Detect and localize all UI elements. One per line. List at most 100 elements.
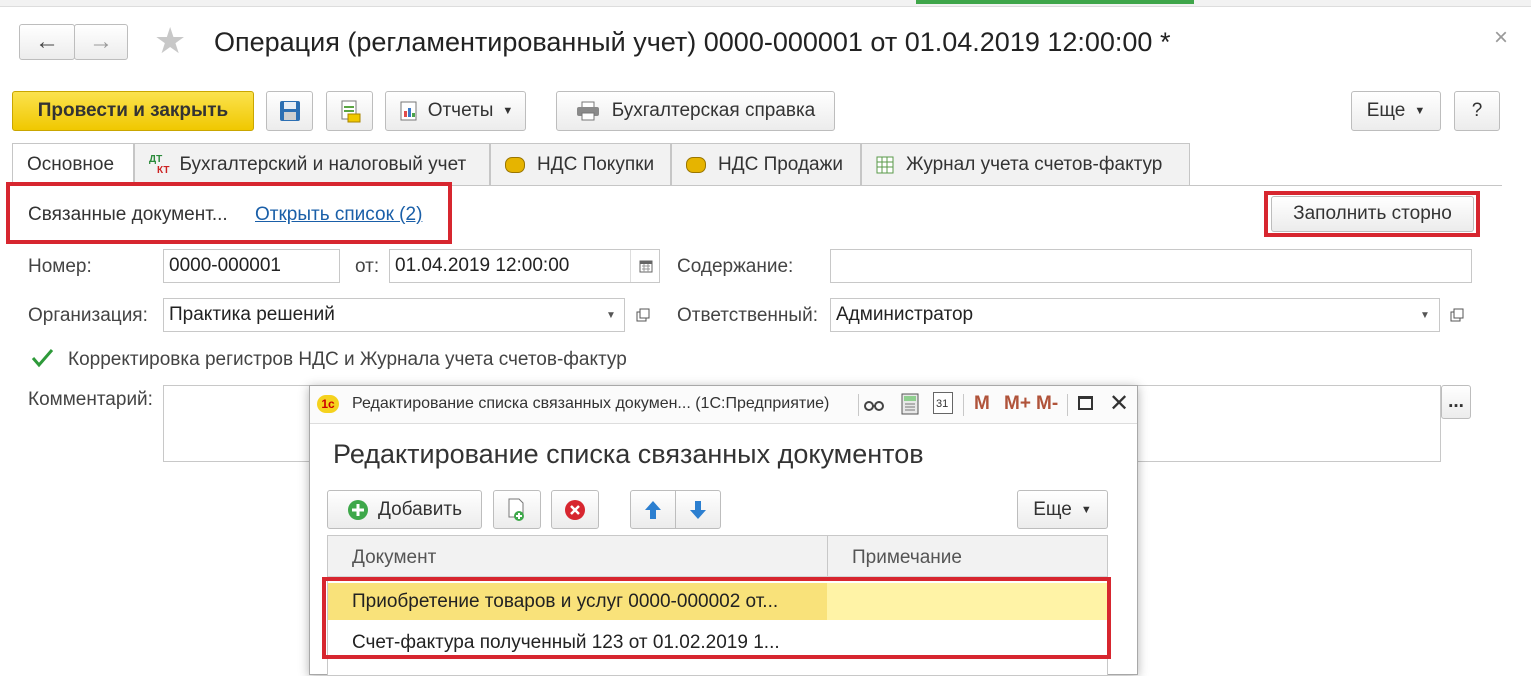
move-down-button[interactable] (675, 490, 721, 529)
calculator-icon[interactable] (901, 393, 919, 415)
table-icon (876, 156, 894, 173)
tab-invoice-journal[interactable]: Журнал учета счетов-фактур (861, 143, 1190, 185)
post-and-close-label: Провести и закрыть (37, 100, 229, 121)
memory-m-button[interactable]: M (974, 393, 990, 415)
responsible-value: Администратор (836, 304, 974, 325)
floppy-disk-icon (279, 101, 300, 121)
accounting-reference-button[interactable]: Бухгалтерская справка (556, 91, 835, 131)
checkmark-icon (31, 349, 54, 368)
window-title: Операция (регламентированный учет) 0000-… (214, 27, 1171, 57)
tab-vat-sales-label: НДС Продажи (718, 153, 843, 175)
help-button[interactable]: ? (1454, 91, 1500, 131)
report-icon (400, 101, 417, 121)
comment-ellipsis-button[interactable]: ... (1441, 385, 1471, 419)
ellipsis-label: ... (1448, 391, 1464, 412)
organization-value: Практика решений (169, 304, 335, 325)
responsible-dropdown-button[interactable]: ▼ (1412, 299, 1438, 331)
dialog-titlebar: 1с Редактирование списка связанных докум… (310, 386, 1137, 424)
back-button[interactable]: ← (19, 24, 75, 60)
tab-vat-sales[interactable]: НДС Продажи (671, 143, 861, 185)
app-1c-icon: 1с (317, 395, 339, 413)
column-note[interactable]: Примечание (852, 547, 962, 569)
top-strip-active-tab (916, 0, 1194, 4)
dialog-heading: Редактирование списка связанных документ… (333, 439, 924, 469)
star-icon[interactable]: ★ (154, 20, 186, 62)
vat-correction-label: Корректировка регистров НДС и Журнала уч… (68, 349, 627, 370)
dialog-close-icon[interactable]: ✕ (1109, 389, 1129, 418)
tab-main-label: Основное (27, 154, 115, 175)
copy-button[interactable] (493, 490, 541, 529)
delete-button[interactable] (551, 490, 599, 529)
arrow-left-icon: ← (35, 28, 59, 55)
linked-documents-highlight (6, 182, 452, 244)
calculator-icon-svg (901, 393, 919, 415)
date-from-label: от: (355, 256, 380, 277)
dt-label: ДТ (149, 153, 163, 165)
reports-button[interactable]: Отчеты ▼ (385, 91, 526, 131)
organization-select[interactable]: Практика решений (163, 298, 625, 332)
chevron-down-icon: ▼ (1080, 503, 1092, 516)
table-header: Документ Примечание (328, 536, 1107, 577)
dialog-sep-3 (1067, 394, 1068, 416)
maximize-icon[interactable] (1078, 396, 1093, 410)
forward-button[interactable]: → (74, 24, 128, 60)
post-button[interactable] (326, 91, 373, 131)
tab-accounting-label: Бухгалтерский и налоговый учет (179, 153, 467, 175)
arrow-up-icon (645, 500, 661, 519)
responsible-open-button[interactable] (1444, 302, 1470, 328)
tab-vat-purchases-label: НДС Покупки (537, 153, 655, 175)
coins-icon (686, 156, 706, 173)
tab-accounting[interactable]: ДТ КТ Бухгалтерский и налоговый учет (134, 143, 490, 185)
vat-correction-checkbox[interactable] (30, 346, 54, 370)
more-button[interactable]: Еще ▼ (1351, 91, 1441, 131)
tab-main[interactable]: Основное (12, 143, 134, 186)
responsible-label: Ответственный: (677, 305, 818, 326)
content-input[interactable] (830, 249, 1472, 283)
coins-icon (505, 156, 525, 173)
dialog-title: Редактирование списка связанных докумен.… (352, 395, 830, 412)
save-button[interactable] (266, 91, 313, 131)
number-label: Номер: (28, 256, 92, 277)
add-label: Добавить (378, 498, 462, 520)
glasses-icon-svg (864, 401, 884, 411)
organization-label: Организация: (28, 305, 148, 326)
dialog-sep-2 (963, 394, 964, 416)
printer-icon (576, 101, 599, 121)
dt-kt-icon: ДТ КТ (149, 154, 169, 176)
chevron-down-icon: ▼ (502, 105, 514, 117)
accounting-reference-label: Бухгалтерская справка (611, 100, 816, 121)
memory-minus-button[interactable]: M- (1036, 393, 1058, 415)
top-strip (0, 0, 1531, 7)
arrow-down-icon (690, 500, 706, 519)
responsible-select[interactable]: Администратор (830, 298, 1440, 332)
open-form-icon (636, 308, 650, 322)
reports-label: Отчеты (427, 100, 494, 121)
organization-dropdown-button[interactable]: ▼ (598, 299, 624, 331)
date-input[interactable]: 01.04.2019 12:00:00 (389, 249, 660, 283)
tab-vat-purchases[interactable]: НДС Покупки (490, 143, 671, 185)
glasses-icon[interactable] (863, 395, 885, 413)
more-label: Еще (1366, 100, 1406, 121)
add-button[interactable]: Добавить (327, 490, 482, 529)
number-input[interactable]: 0000-000001 (163, 249, 340, 283)
table-rows-highlight (322, 577, 1111, 659)
calendar-icon[interactable]: 31 (933, 392, 953, 414)
fill-storno-highlight (1264, 191, 1480, 237)
content-label: Содержание: (677, 256, 794, 277)
dialog-more-label: Еще (1033, 498, 1072, 520)
chevron-down-icon: ▼ (1420, 309, 1430, 321)
calendar-day: 31 (936, 398, 949, 410)
post-and-close-button[interactable]: Провести и закрыть (12, 91, 254, 131)
help-label: ? (1471, 100, 1483, 121)
dialog-more-button[interactable]: Еще ▼ (1017, 490, 1108, 529)
comment-label: Комментарий: (28, 389, 153, 410)
date-value: 01.04.2019 12:00:00 (395, 255, 570, 276)
dialog-sep-1 (858, 394, 859, 416)
close-icon[interactable]: × (1494, 24, 1508, 52)
column-document[interactable]: Документ (352, 547, 436, 569)
add-copy-icon (508, 498, 524, 521)
memory-plus-button[interactable]: M+ (1004, 393, 1031, 415)
move-up-button[interactable] (630, 490, 676, 529)
calendar-button[interactable] (630, 250, 660, 282)
organization-open-button[interactable] (630, 302, 656, 328)
